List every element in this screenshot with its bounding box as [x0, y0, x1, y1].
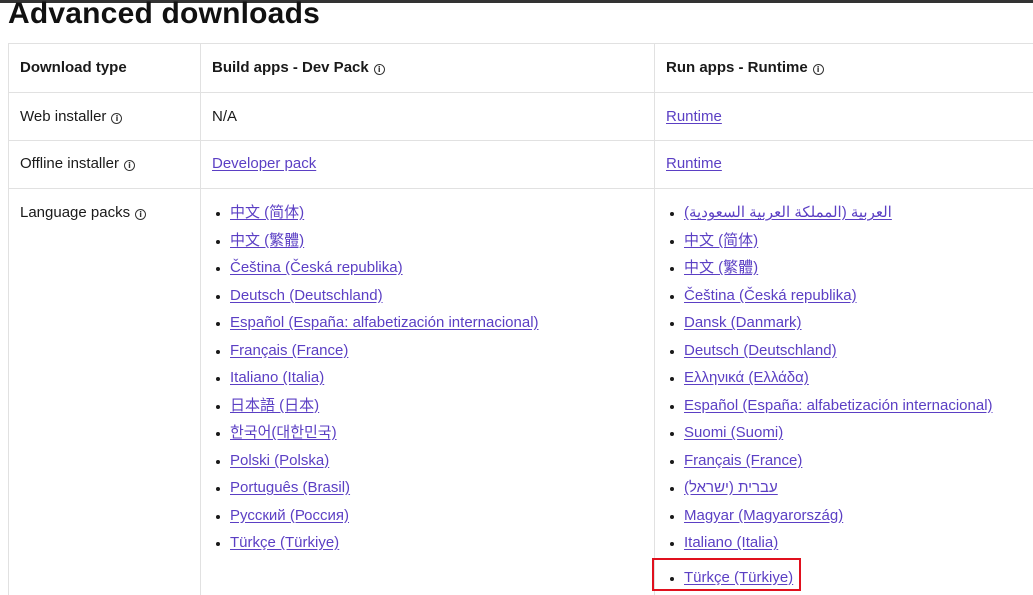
dev-pack-language-link[interactable]: Español (España: alfabetización internac…: [230, 314, 539, 331]
list-item: Русский (Россия): [216, 506, 539, 534]
runtime-language-link[interactable]: العربية (المملكة العربية السعودية): [684, 204, 892, 221]
list-item: Español (España: alfabetización internac…: [216, 313, 539, 341]
web-installer-dev-pack-value: N/A: [212, 108, 238, 125]
runtime-language-link[interactable]: Deutsch (Deutschland): [684, 342, 837, 359]
offline-installer-dev-pack-cell: Developer pack: [201, 141, 655, 189]
language-packs-cell: Language packs i: [9, 189, 201, 595]
info-icon[interactable]: i: [135, 209, 147, 220]
list-item: Magyar (Magyarország): [670, 506, 993, 534]
dev-pack-language-link[interactable]: Русский (Россия): [230, 507, 349, 524]
list-item: Polski (Polska): [216, 451, 539, 479]
runtime-language-link[interactable]: Čeština (Česká republika): [684, 287, 857, 304]
header-run-apps-label: Run apps - Runtime: [666, 59, 808, 76]
list-item: Français (France): [670, 451, 993, 479]
dev-pack-languages-cell: 中文 (简体) 中文 (繁體) Čeština (Česká republika) D…: [201, 189, 655, 595]
list-item: Suomi (Suomi): [670, 423, 993, 451]
runtime-language-link[interactable]: Suomi (Suomi): [684, 424, 783, 441]
runtime-language-link[interactable]: Español (España: alfabetización internac…: [684, 397, 993, 414]
list-item: Čeština (Česká republika): [216, 258, 539, 286]
dev-pack-language-link[interactable]: Čeština (Česká republika): [230, 259, 403, 276]
dev-pack-language-list: 中文 (简体) 中文 (繁體) Čeština (Česká republika) D…: [216, 203, 539, 561]
runtime-language-link[interactable]: Magyar (Magyarország): [684, 507, 843, 524]
list-item: 中文 (繁體): [216, 231, 539, 259]
header-run-apps: Run apps - Runtime i: [655, 44, 1033, 93]
offline-runtime-link[interactable]: Runtime: [666, 154, 722, 174]
list-item: 中文 (繁體): [670, 258, 993, 286]
dev-pack-language-link[interactable]: 中文 (繁體): [230, 232, 304, 249]
list-item: Português (Brasil): [216, 478, 539, 506]
header-build-apps-label: Build apps - Dev Pack: [212, 59, 369, 76]
header-build-apps: Build apps - Dev Pack i: [201, 44, 655, 93]
dev-pack-language-link[interactable]: 한국어(대한민국): [230, 424, 337, 441]
web-installer-runtime-cell: Runtime: [655, 93, 1033, 141]
list-item: Dansk (Danmark): [670, 313, 993, 341]
info-icon[interactable]: i: [373, 64, 385, 75]
web-installer-label: Web installer: [20, 108, 107, 125]
downloads-table: Download type Build apps - Dev Pack i Run…: [8, 43, 1033, 595]
dev-pack-language-link[interactable]: Polski (Polska): [230, 452, 329, 469]
offline-installer-cell: Offline installer i: [9, 141, 201, 189]
info-icon[interactable]: i: [812, 64, 824, 75]
runtime-languages-cell: العربية (المملكة العربية السعودية) 中文 (简体…: [655, 189, 1033, 595]
list-item: 中文 (简体): [216, 203, 539, 231]
list-item: Deutsch (Deutschland): [670, 341, 993, 369]
runtime-language-link[interactable]: Dansk (Danmark): [684, 314, 802, 331]
developer-pack-link[interactable]: Developer pack: [212, 154, 316, 174]
runtime-language-list: العربية (المملكة العربية السعودية) 中文 (简体…: [670, 203, 993, 595]
dev-pack-language-link[interactable]: 中文 (简体): [230, 204, 304, 221]
language-packs-label: Language packs: [20, 204, 131, 221]
dev-pack-language-link[interactable]: Deutsch (Deutschland): [230, 287, 383, 304]
dev-pack-language-link[interactable]: Português (Brasil): [230, 479, 350, 496]
runtime-language-link[interactable]: Italiano (Italia): [684, 534, 778, 551]
list-item: Español (España: alfabetización internac…: [670, 396, 993, 424]
dev-pack-language-link[interactable]: Français (France): [230, 342, 348, 359]
list-item: 中文 (简体): [670, 231, 993, 259]
runtime-language-link[interactable]: Français (France): [684, 452, 802, 469]
dev-pack-language-link[interactable]: 日本語 (日本): [230, 397, 319, 414]
runtime-language-link[interactable]: עברית (ישראל): [684, 479, 778, 496]
offline-installer-runtime-cell: Runtime: [655, 141, 1033, 189]
dev-pack-language-link[interactable]: Türkçe (Türkiye): [230, 534, 339, 551]
list-item: Français (France): [216, 341, 539, 369]
page-title: Advanced downloads: [8, 0, 320, 30]
list-item: Čeština (Česká republika): [670, 286, 993, 314]
list-item: 한국어(대한민국): [216, 423, 539, 451]
list-item: 日本語 (日本): [216, 396, 539, 424]
web-installer-cell: Web installer i: [9, 93, 201, 141]
list-item: Italiano (Italia): [216, 368, 539, 396]
runtime-language-link[interactable]: Ελληνικά (Ελλάδα): [684, 369, 809, 386]
info-icon[interactable]: i: [123, 160, 135, 171]
list-item: Ελληνικά (Ελλάδα): [670, 368, 993, 396]
list-item: Deutsch (Deutschland): [216, 286, 539, 314]
list-item: Italiano (Italia): [670, 533, 993, 561]
offline-installer-label: Offline installer: [20, 155, 119, 172]
web-installer-dev-pack-cell: N/A: [201, 93, 655, 141]
list-item: עברית (ישראל): [670, 478, 993, 506]
list-item: العربية (المملكة العربية السعودية): [670, 203, 993, 231]
web-installer-runtime-link[interactable]: Runtime: [666, 107, 722, 127]
list-item: Türkçe (Türkiye): [216, 533, 539, 561]
runtime-language-link[interactable]: 中文 (繁體): [684, 259, 758, 276]
highlight-box: [652, 558, 801, 591]
dev-pack-language-link[interactable]: Italiano (Italia): [230, 369, 324, 386]
header-download-type: Download type: [9, 44, 201, 93]
runtime-language-link[interactable]: 中文 (简体): [684, 232, 758, 249]
header-download-type-label: Download type: [20, 59, 127, 76]
info-icon[interactable]: i: [111, 113, 123, 124]
